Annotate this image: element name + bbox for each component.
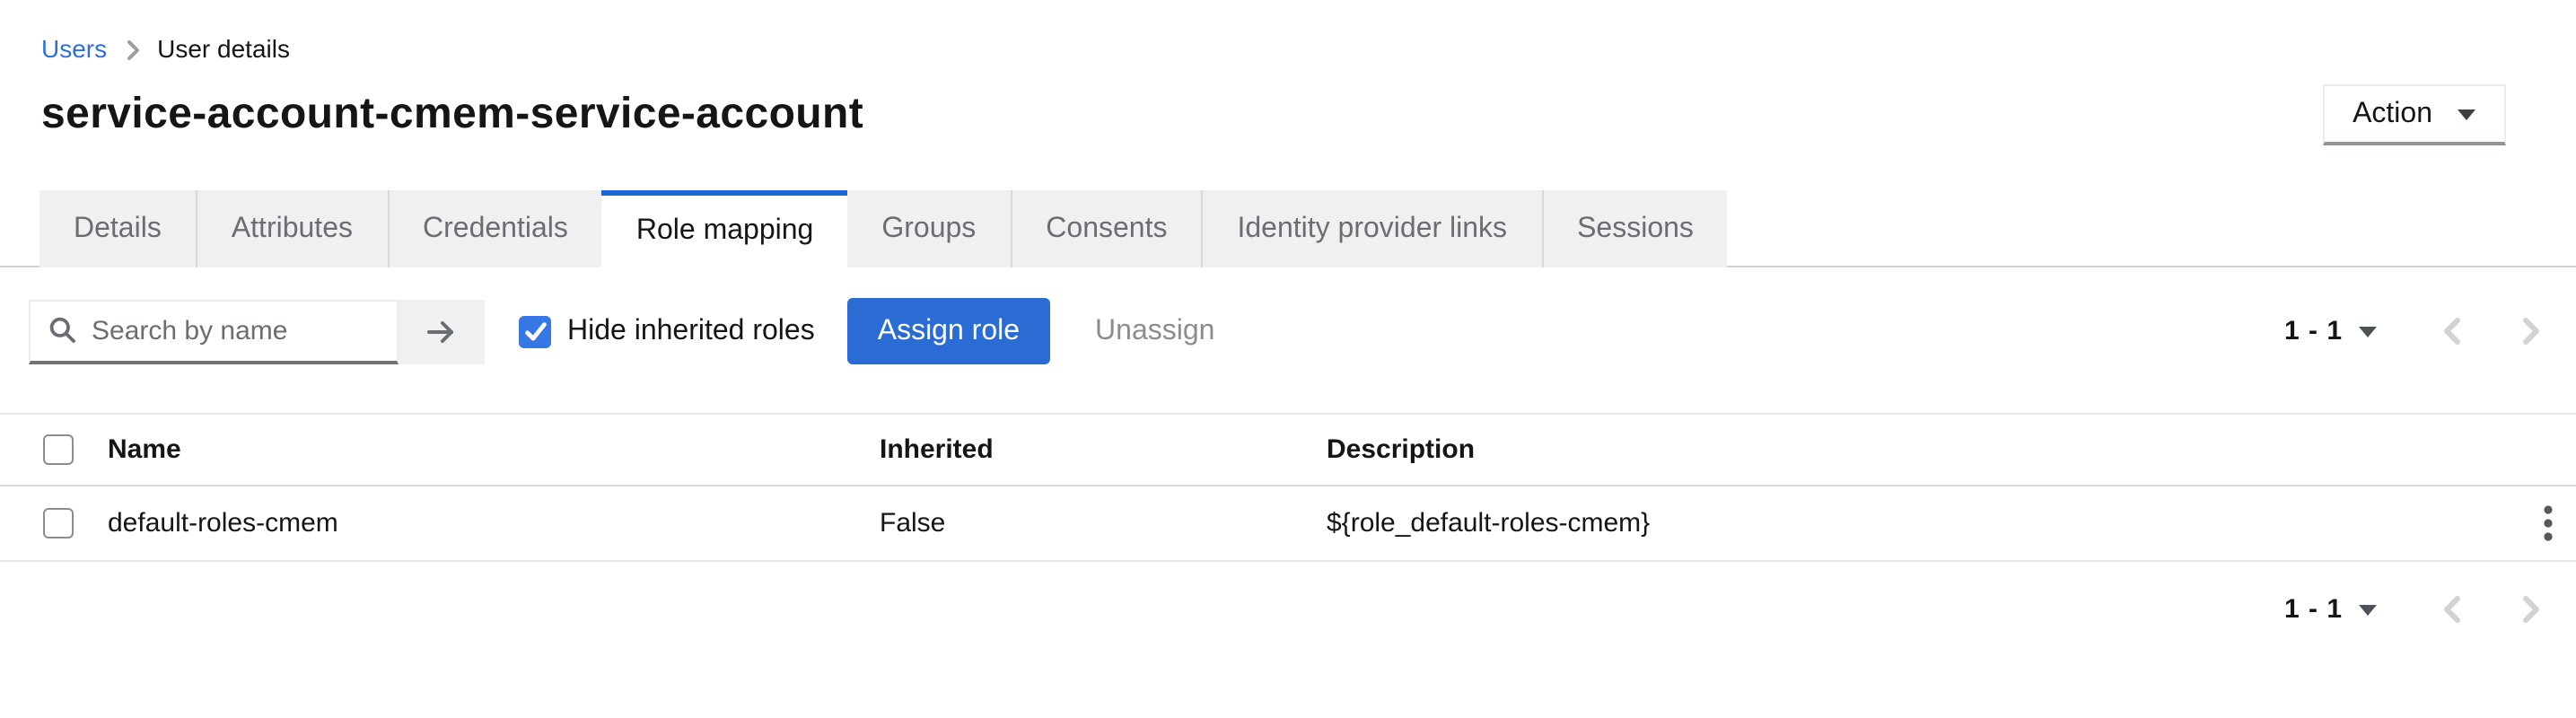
page-title: service-account-cmem-service-account xyxy=(41,90,864,138)
chevron-left-icon xyxy=(2441,594,2463,625)
assign-role-button[interactable]: Assign role xyxy=(846,298,1051,364)
pagination-top: 1 - 1 xyxy=(2284,316,2542,346)
previous-page-button[interactable] xyxy=(2441,316,2463,346)
kebab-icon xyxy=(2544,504,2553,542)
action-dropdown-label: Action xyxy=(2353,98,2432,128)
table-row: default-roles-cmem False ${role_default-… xyxy=(0,486,2576,562)
row-inherited: False xyxy=(880,508,946,538)
caret-down-icon xyxy=(2458,109,2475,119)
chevron-right-icon xyxy=(2520,594,2542,625)
next-page-button[interactable] xyxy=(2520,316,2542,346)
chevron-right-icon xyxy=(2520,316,2542,346)
tab-details[interactable]: Details xyxy=(39,190,196,267)
hide-inherited-label: Hide inherited roles xyxy=(567,315,815,346)
tab-sessions[interactable]: Sessions xyxy=(1541,190,1728,267)
arrow-right-icon xyxy=(425,317,458,346)
column-header-name: Name xyxy=(108,434,181,465)
pagination-range: 1 - 1 xyxy=(2283,594,2343,625)
check-icon xyxy=(523,320,547,342)
caret-down-icon xyxy=(2359,604,2377,615)
tab-credentials[interactable]: Credentials xyxy=(387,190,602,267)
tab-identity-provider-links[interactable]: Identity provider links xyxy=(1201,190,1542,267)
pagination-bottom: 1 - 1 xyxy=(2284,594,2542,625)
pagination-bottom-row: 1 - 1 xyxy=(0,594,2576,625)
column-header-inherited: Inherited xyxy=(880,434,994,465)
search-input[interactable] xyxy=(92,315,379,346)
breadcrumb-chevron-icon xyxy=(125,39,139,60)
caret-down-icon xyxy=(2359,326,2377,337)
tab-consents[interactable]: Consents xyxy=(1010,190,1202,267)
previous-page-button[interactable] xyxy=(2441,594,2463,625)
table-header-row: Name Inherited Description xyxy=(0,413,2576,486)
page-header: service-account-cmem-service-account Act… xyxy=(0,63,2576,145)
chevron-left-icon xyxy=(2441,316,2463,346)
role-mapping-toolbar: Hide inherited roles Assign role Unassig… xyxy=(0,298,2576,364)
action-dropdown-button[interactable]: Action xyxy=(2322,84,2506,145)
search-submit-button[interactable] xyxy=(399,299,485,363)
next-page-button[interactable] xyxy=(2520,594,2542,625)
row-checkbox[interactable] xyxy=(43,508,74,538)
hide-inherited-checkbox[interactable] xyxy=(519,315,551,347)
pagination-range: 1 - 1 xyxy=(2283,316,2343,346)
pagination-menu-toggle[interactable]: 1 - 1 xyxy=(2284,316,2377,346)
tab-attributes[interactable]: Attributes xyxy=(195,190,387,267)
hide-inherited-group: Hide inherited roles xyxy=(519,315,815,347)
tab-strip: Details Attributes Credentials Role mapp… xyxy=(0,190,2576,269)
role-mapping-page: Users User details service-account-cmem-… xyxy=(0,0,2576,718)
column-header-description: Description xyxy=(1327,434,1476,465)
unassign-button[interactable]: Unassign xyxy=(1095,315,1214,347)
select-all-checkbox[interactable] xyxy=(43,434,74,465)
row-description: ${role_default-roles-cmem} xyxy=(1327,508,1651,538)
pagination-menu-toggle[interactable]: 1 - 1 xyxy=(2284,594,2377,625)
row-kebab-button[interactable] xyxy=(2520,494,2576,553)
role-mapping-table: Name Inherited Description default-roles… xyxy=(0,413,2576,562)
breadcrumb-users-link[interactable]: Users xyxy=(41,34,107,63)
breadcrumb-current: User details xyxy=(157,34,290,63)
search-icon xyxy=(48,316,77,345)
breadcrumb: Users User details xyxy=(0,0,2576,63)
tab-role-mapping[interactable]: Role mapping xyxy=(601,190,848,269)
search-box xyxy=(29,299,399,363)
search-group xyxy=(29,299,485,363)
row-name: default-roles-cmem xyxy=(108,508,338,538)
tab-groups[interactable]: Groups xyxy=(847,190,1011,267)
